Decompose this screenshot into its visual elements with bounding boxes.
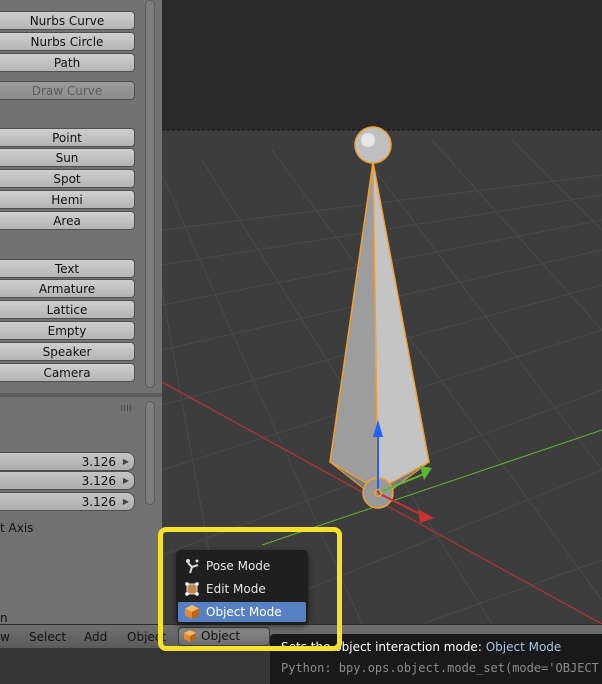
mode-menu: Pose Mode Edit Mode Object Mode bbox=[176, 550, 308, 624]
tool-shelf-panel: Nurbs Curve Nurbs Circle Path Draw Curve… bbox=[0, 0, 162, 625]
area-lamp-button[interactable]: Area bbox=[0, 211, 135, 230]
menu-item-label: Object Mode bbox=[206, 605, 282, 619]
edit-mode-icon bbox=[184, 581, 200, 597]
menu-item-label: Pose Mode bbox=[206, 559, 271, 573]
3d-viewport[interactable] bbox=[162, 0, 602, 624]
drag-grip-icon[interactable] bbox=[121, 405, 131, 411]
empty-button[interactable]: Empty bbox=[0, 321, 135, 340]
operator-panel-scrollbar[interactable] bbox=[145, 401, 155, 505]
viewport-canvas bbox=[162, 0, 602, 624]
object-mode-icon bbox=[184, 604, 200, 620]
menu-item-label: Edit Mode bbox=[206, 582, 266, 596]
tooltip-value: Object Mode bbox=[485, 640, 562, 654]
path-button[interactable]: Path bbox=[0, 53, 135, 72]
tooltip: Sets the object interaction mode: Object… bbox=[270, 634, 602, 684]
armature-button[interactable]: Armature bbox=[0, 279, 135, 298]
partial-label: n bbox=[0, 611, 8, 625]
panel-divider[interactable] bbox=[0, 393, 162, 397]
size-x-value: 3.126 bbox=[81, 455, 116, 469]
draw-curve-button[interactable]: Draw Curve bbox=[0, 81, 135, 100]
menu-item-edit-mode[interactable]: Edit Mode bbox=[178, 579, 306, 599]
object-mode-icon bbox=[184, 630, 196, 642]
menu-item-pose-mode[interactable]: Pose Mode bbox=[178, 556, 306, 576]
select-menu[interactable]: Select bbox=[29, 630, 66, 644]
view-menu[interactable]: w bbox=[0, 630, 10, 644]
menu-item-object-mode[interactable]: Object Mode bbox=[178, 602, 306, 622]
speaker-button[interactable]: Speaker bbox=[0, 342, 135, 361]
size-z-field[interactable]: 3.126 ▶ bbox=[0, 492, 135, 511]
tooltip-description-text: Sets the object interaction mode: bbox=[281, 640, 482, 654]
nurbs-circle-button[interactable]: Nurbs Circle bbox=[0, 32, 135, 51]
point-lamp-button[interactable]: Point bbox=[0, 128, 135, 147]
add-menu[interactable]: Add bbox=[84, 630, 107, 644]
size-y-value: 3.126 bbox=[81, 474, 116, 488]
size-z-value: 3.126 bbox=[81, 495, 116, 509]
pose-mode-icon bbox=[184, 558, 200, 574]
tooltip-python: Python: bpy.ops.object.mode_set(mode='OB… bbox=[281, 661, 602, 675]
nurbs-curve-button[interactable]: Nurbs Curve bbox=[0, 11, 135, 30]
size-y-field[interactable]: 3.126 ▶ bbox=[0, 471, 135, 490]
lattice-button[interactable]: Lattice bbox=[0, 300, 135, 319]
spot-lamp-button[interactable]: Spot bbox=[0, 169, 135, 188]
mode-dropdown[interactable]: Object Mode bbox=[178, 627, 270, 660]
tooltip-description: Sets the object interaction mode: Object… bbox=[281, 640, 561, 654]
camera-button[interactable]: Camera bbox=[0, 363, 135, 382]
tool-shelf-scrollbar[interactable] bbox=[145, 0, 155, 388]
chevron-right-icon: ▶ bbox=[122, 457, 129, 466]
spike-object[interactable] bbox=[329, 126, 430, 509]
axis-label: t Axis bbox=[0, 521, 34, 535]
camera-border-region bbox=[162, 0, 602, 130]
hemi-lamp-button[interactable]: Hemi bbox=[0, 190, 135, 209]
object-menu[interactable]: Object bbox=[127, 630, 166, 644]
size-x-field[interactable]: 3.126 ▶ bbox=[0, 452, 135, 471]
text-button[interactable]: Text bbox=[0, 259, 135, 278]
chevron-right-icon: ▶ bbox=[122, 476, 129, 485]
sun-lamp-button[interactable]: Sun bbox=[0, 148, 135, 167]
chevron-right-icon: ▶ bbox=[122, 497, 129, 506]
